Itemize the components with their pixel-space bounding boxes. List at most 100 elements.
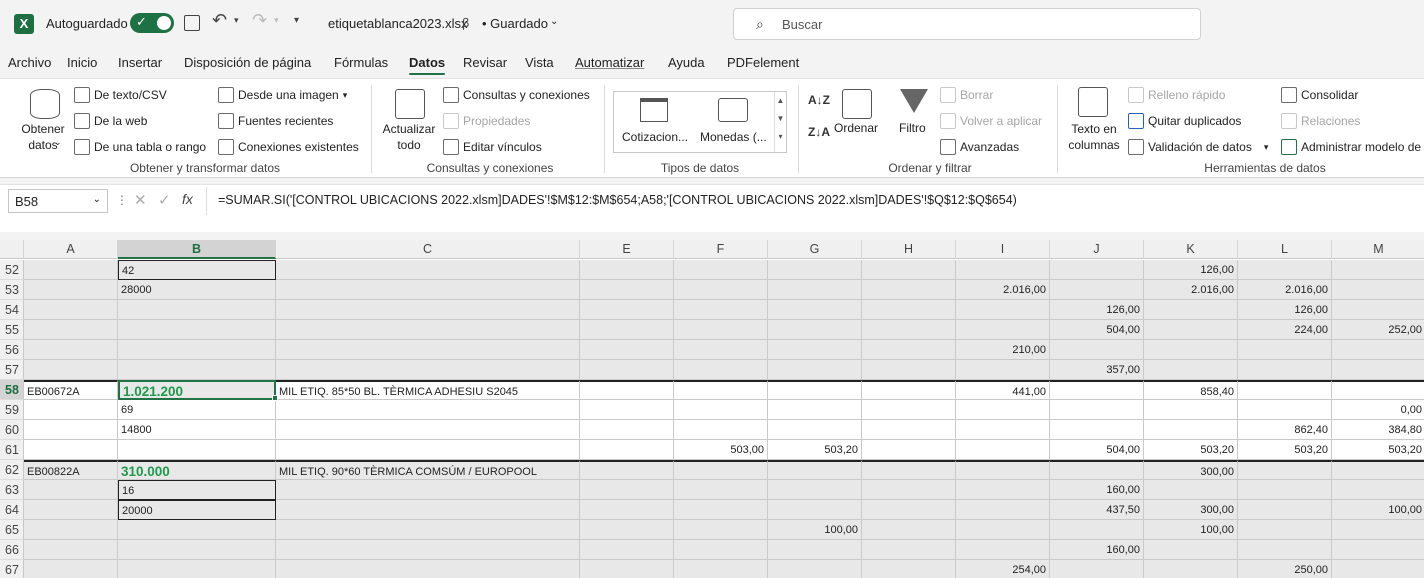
cell-m60[interactable]: 384,80	[1332, 420, 1424, 440]
cell-m57[interactable]	[1332, 360, 1424, 380]
cell-l62[interactable]	[1238, 460, 1332, 480]
cell-f64[interactable]	[674, 500, 768, 520]
cell-h52[interactable]	[862, 260, 956, 280]
from-web-button[interactable]: De la web	[74, 113, 147, 129]
cell-m66[interactable]	[1332, 540, 1424, 560]
select-all-corner[interactable]	[0, 240, 24, 259]
cell-c63[interactable]	[276, 480, 580, 500]
cell-a52[interactable]	[24, 260, 118, 280]
cell-k53[interactable]: 2.016,00	[1144, 280, 1238, 300]
cell-c61[interactable]	[276, 440, 580, 460]
redo-icon[interactable]: ↷	[252, 10, 267, 31]
tab-insertar[interactable]: Insertar	[118, 55, 162, 70]
cell-a59[interactable]	[24, 400, 118, 420]
cell-i60[interactable]	[956, 420, 1050, 440]
cell-c62[interactable]: MIL ETIQ. 90*60 TÈRMICA COMSÚM / EUROPOO…	[276, 460, 580, 480]
cell-c54[interactable]	[276, 300, 580, 320]
cell-b65[interactable]	[118, 520, 276, 540]
cell-m54[interactable]	[1332, 300, 1424, 320]
cell-j56[interactable]	[1050, 340, 1144, 360]
cell-g56[interactable]	[768, 340, 862, 360]
customize-qat-icon[interactable]: ▾	[294, 15, 299, 26]
cell-i62[interactable]	[956, 460, 1050, 480]
cell-g55[interactable]	[768, 320, 862, 340]
cell-b67[interactable]	[118, 560, 276, 578]
undo-icon[interactable]: ↶	[212, 10, 227, 31]
cell-g61[interactable]: 503,20	[768, 440, 862, 460]
cell-k66[interactable]	[1144, 540, 1238, 560]
cell-l53[interactable]: 2.016,00	[1238, 280, 1332, 300]
cell-k65[interactable]: 100,00	[1144, 520, 1238, 540]
column-header-f[interactable]: F	[674, 240, 768, 259]
cell-j55[interactable]: 504,00	[1050, 320, 1144, 340]
row-header[interactable]: 52	[0, 260, 24, 280]
cell-a54[interactable]	[24, 300, 118, 320]
cell-b54[interactable]	[118, 300, 276, 320]
row-header[interactable]: 67	[0, 560, 24, 578]
cell-l60[interactable]: 862,40	[1238, 420, 1332, 440]
row-header[interactable]: 66	[0, 540, 24, 560]
cell-f54[interactable]	[674, 300, 768, 320]
cell-h64[interactable]	[862, 500, 956, 520]
cell-k62[interactable]: 300,00	[1144, 460, 1238, 480]
enter-icon[interactable]: ✓	[158, 191, 171, 209]
cell-g58[interactable]	[768, 380, 862, 400]
cell-e64[interactable]	[580, 500, 674, 520]
cell-e59[interactable]	[580, 400, 674, 420]
column-header-j[interactable]: J	[1050, 240, 1144, 259]
search-box[interactable]: ⌕ Buscar	[733, 8, 1201, 40]
cell-j52[interactable]	[1050, 260, 1144, 280]
row-header[interactable]: 56	[0, 340, 24, 360]
column-header-h[interactable]: H	[862, 240, 956, 259]
cell-e57[interactable]	[580, 360, 674, 380]
cell-c55[interactable]	[276, 320, 580, 340]
data-types-gallery[interactable]: Cotizacion... Monedas (... ▲ ▼ ▾	[613, 91, 787, 153]
cell-g54[interactable]	[768, 300, 862, 320]
sort-za-icon[interactable]: Z↓A	[808, 125, 830, 139]
cell-b66[interactable]	[118, 540, 276, 560]
cell-k60[interactable]	[1144, 420, 1238, 440]
cell-m59[interactable]: 0,00	[1332, 400, 1424, 420]
cell-j63[interactable]: 160,00	[1050, 480, 1144, 500]
tab-archivo[interactable]: Archivo	[8, 55, 51, 70]
cell-f56[interactable]	[674, 340, 768, 360]
cell-c64[interactable]	[276, 500, 580, 520]
column-header-k[interactable]: K	[1144, 240, 1238, 259]
from-table-button[interactable]: De una tabla o rango	[74, 139, 206, 155]
cell-j54[interactable]: 126,00	[1050, 300, 1144, 320]
cell-f52[interactable]	[674, 260, 768, 280]
cell-f58[interactable]	[674, 380, 768, 400]
from-text-button[interactable]: De texto/CSV	[74, 87, 167, 103]
cell-c57[interactable]	[276, 360, 580, 380]
cell-b61[interactable]	[118, 440, 276, 460]
cell-i61[interactable]	[956, 440, 1050, 460]
cell-a56[interactable]	[24, 340, 118, 360]
sort-az-icon[interactable]: A↓Z	[808, 93, 830, 107]
tab-revisar[interactable]: Revisar	[463, 55, 507, 70]
row-header[interactable]: 60	[0, 420, 24, 440]
cell-l57[interactable]	[1238, 360, 1332, 380]
row-header[interactable]: 53	[0, 280, 24, 300]
cell-l55[interactable]: 224,00	[1238, 320, 1332, 340]
saved-status[interactable]: • Guardado	[482, 16, 548, 31]
advanced-button[interactable]: Avanzadas	[940, 139, 1019, 155]
cell-g64[interactable]	[768, 500, 862, 520]
cell-b60[interactable]: 14800	[118, 420, 276, 440]
cell-j59[interactable]	[1050, 400, 1144, 420]
cell-m55[interactable]: 252,00	[1332, 320, 1424, 340]
cell-k67[interactable]	[1144, 560, 1238, 578]
cell-a63[interactable]	[24, 480, 118, 500]
cell-c52[interactable]	[276, 260, 580, 280]
cell-j57[interactable]: 357,00	[1050, 360, 1144, 380]
cell-e63[interactable]	[580, 480, 674, 500]
cell-l54[interactable]: 126,00	[1238, 300, 1332, 320]
cell-j53[interactable]	[1050, 280, 1144, 300]
cell-b56[interactable]	[118, 340, 276, 360]
cell-a58[interactable]: EB00672A	[24, 380, 118, 400]
cell-h67[interactable]	[862, 560, 956, 578]
cell-f55[interactable]	[674, 320, 768, 340]
cell-a67[interactable]	[24, 560, 118, 578]
cell-j65[interactable]	[1050, 520, 1144, 540]
remove-duplicates-button[interactable]: Quitar duplicados	[1128, 113, 1241, 129]
column-header-b[interactable]: B	[118, 240, 276, 259]
